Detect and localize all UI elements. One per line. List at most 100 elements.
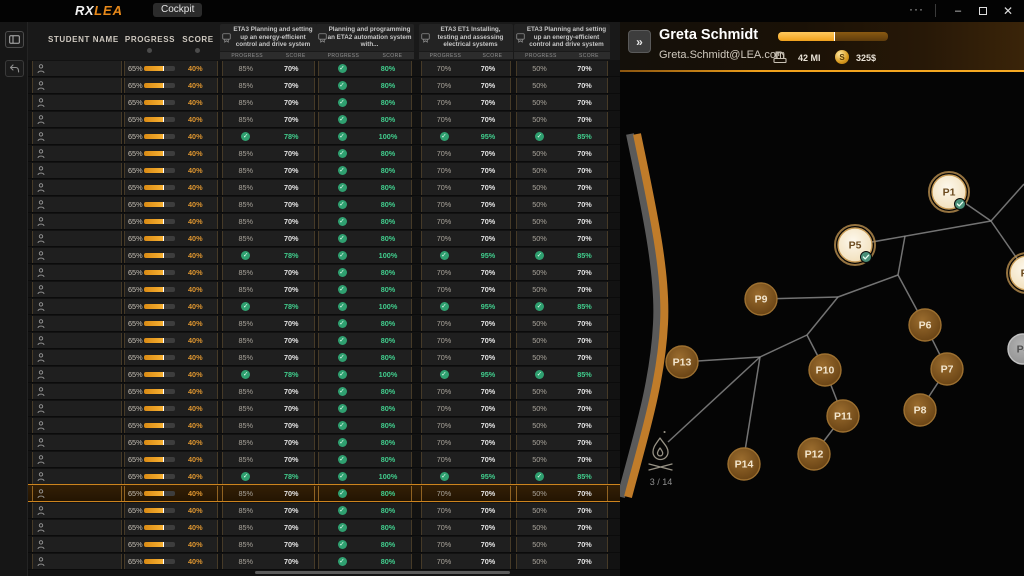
table-row[interactable]: 65%40%85%70%✓80%70%70%50%70% (28, 519, 620, 536)
course-progress-value: 50% (517, 489, 562, 498)
skill-node-p10[interactable]: P10 (809, 354, 841, 386)
table-row[interactable]: 65%40%✓78%✓100%✓95%✓85% (28, 366, 620, 383)
back-button[interactable] (5, 60, 24, 77)
sort-icon-progress[interactable] (147, 48, 152, 53)
skill-node-p14[interactable]: P14 (728, 448, 760, 480)
student-name-cell (32, 333, 122, 348)
course-cell: 85%70% (222, 231, 315, 246)
column-progress[interactable]: PROGRESS (120, 35, 180, 44)
table-row[interactable]: 65%40%85%70%✓80%70%70%50%70% (28, 484, 620, 502)
table-row[interactable]: 65%40%✓78%✓100%✓95%✓85% (28, 128, 620, 145)
skill-node-p6[interactable]: P6 (909, 309, 941, 341)
table-row[interactable]: 65%40%85%70%✓80%70%70%50%70% (28, 553, 620, 570)
table-row[interactable]: 65%40%85%70%✓80%70%70%50%70% (28, 383, 620, 400)
course-progress-value: 50% (517, 404, 562, 413)
table-row[interactable]: 65%40%85%70%✓80%70%70%50%70% (28, 281, 620, 298)
horizontal-scrollbar[interactable] (255, 571, 510, 574)
course-column-header[interactable]: ETA3 ET1 Installing, testing and assessi… (419, 24, 513, 59)
sort-icon-score[interactable] (195, 48, 200, 53)
overall-progress-value: 65% (128, 146, 143, 161)
close-button[interactable]: ✕ (997, 1, 1019, 20)
course-cell: ✓78% (222, 248, 315, 263)
course-cell: 85%70% (222, 333, 315, 348)
table-row[interactable]: 65%40%85%70%✓80%70%70%50%70% (28, 536, 620, 553)
skill-node-p7[interactable]: P7 (931, 353, 963, 385)
table-row[interactable]: 65%40%85%70%✓80%70%70%50%70% (28, 417, 620, 434)
student-name-cell (32, 282, 122, 297)
course-cell: ✓80% (318, 197, 412, 212)
overall-progress-cell: 65%40% (124, 61, 218, 76)
table-row[interactable]: 65%40%85%70%✓80%70%70%50%70% (28, 264, 620, 281)
course-progress-value: 70% (422, 149, 466, 158)
course-progress-value: 70% (422, 387, 466, 396)
progress-bar (144, 185, 175, 190)
table-row[interactable]: 65%40%85%70%✓80%70%70%50%70% (28, 94, 620, 111)
maximize-button[interactable] (972, 1, 994, 20)
overall-progress-value: 65% (128, 520, 143, 535)
course-column-header[interactable]: ETA3 Planning and setting up an energy-e… (220, 24, 317, 59)
overall-score-value: 40% (188, 452, 203, 467)
layout-toggle-button[interactable] (5, 31, 24, 48)
skill-node-p9[interactable]: P9 (745, 283, 777, 315)
table-row[interactable]: 65%40%85%70%✓80%70%70%50%70% (28, 502, 620, 519)
column-score[interactable]: SCORE (178, 35, 218, 44)
minimize-button[interactable]: – (947, 1, 969, 20)
table-row[interactable]: 65%40%85%70%✓80%70%70%50%70% (28, 162, 620, 179)
course-score-value: 70% (269, 421, 315, 430)
course-score-value: 85% (562, 302, 607, 311)
course-score-value: 80% (365, 438, 411, 447)
progress-bar (144, 236, 175, 241)
table-row[interactable]: 65%40%85%70%✓80%70%70%50%70% (28, 315, 620, 332)
table-row[interactable]: 65%40%85%70%✓80%70%70%50%70% (28, 213, 620, 230)
course-score-value: 70% (269, 234, 315, 243)
table-row[interactable]: 65%40%85%70%✓80%70%70%50%70% (28, 332, 620, 349)
course-cell: 70%70% (421, 486, 511, 501)
course-cell: ✓100% (318, 469, 412, 484)
skill-node-p2[interactable]: P2 (1007, 253, 1024, 293)
table-row[interactable]: 65%40%85%70%✓80%70%70%50%70% (28, 349, 620, 366)
table-row[interactable]: 65%40%✓78%✓100%✓95%✓85% (28, 247, 620, 264)
overall-progress-value: 65% (128, 401, 143, 416)
table-row[interactable]: 65%40%85%70%✓80%70%70%50%70% (28, 230, 620, 247)
table-row[interactable]: 65%40%85%70%✓80%70%70%50%70% (28, 145, 620, 162)
overall-progress-value: 65% (128, 333, 143, 348)
course-progress-value: 85% (223, 183, 269, 192)
table-row[interactable]: 65%40%✓78%✓100%✓95%✓85% (28, 468, 620, 485)
course-progress-value: 85% (223, 557, 269, 566)
window-menu-icon[interactable]: ··· (909, 2, 924, 16)
course-progress-value: 70% (422, 489, 466, 498)
course-progress-value: 50% (517, 268, 562, 277)
skill-node-p8[interactable]: P8 (904, 394, 936, 426)
table-row[interactable]: 65%40%85%70%✓80%70%70%50%70% (28, 179, 620, 196)
skill-node-p12[interactable]: P12 (798, 438, 830, 470)
course-progress-value: 50% (517, 455, 562, 464)
skill-node-p5[interactable]: P5 (835, 225, 875, 265)
table-row[interactable]: 65%40%85%70%✓80%70%70%50%70% (28, 400, 620, 417)
course-progress-value: 85% (223, 64, 269, 73)
skill-node-p13[interactable]: P13 (666, 346, 698, 378)
course-column-header[interactable]: Planning and programming an ETA2 automat… (316, 24, 414, 59)
table-row[interactable]: 65%40%85%70%✓80%70%70%50%70% (28, 434, 620, 451)
course-progress-value: 85% (223, 98, 269, 107)
table-row[interactable]: 65%40%85%70%✓80%70%70%50%70% (28, 77, 620, 94)
logo-lea: LEA (94, 3, 123, 18)
skill-node-p1[interactable]: P1 (929, 172, 969, 212)
column-student-name[interactable]: STUDENT NAME (48, 35, 119, 44)
check-icon: ✓ (338, 353, 347, 362)
table-row[interactable]: 65%40%85%70%✓80%70%70%50%70% (28, 451, 620, 468)
course-cell: 85%70% (222, 112, 315, 127)
skill-node-p4[interactable]: P4 (1008, 334, 1024, 364)
overall-score-value: 40% (188, 435, 203, 450)
overall-progress-cell: 65%40% (124, 520, 218, 535)
table-row[interactable]: 65%40%85%70%✓80%70%70%50%70% (28, 60, 620, 77)
course-score-value: 70% (269, 149, 315, 158)
table-row[interactable]: 65%40%85%70%✓80%70%70%50%70% (28, 196, 620, 213)
overall-progress-cell: 65%40% (124, 95, 218, 110)
collapse-panel-button[interactable]: » (628, 30, 651, 53)
course-score-value: 70% (269, 489, 315, 498)
skill-node-p11[interactable]: P11 (827, 400, 859, 432)
course-column-header[interactable]: ETA3 Planning and setting up an energy-e… (514, 24, 610, 59)
table-row[interactable]: 65%40%85%70%✓80%70%70%50%70% (28, 111, 620, 128)
undo-arrow-icon (9, 64, 20, 73)
table-row[interactable]: 65%40%✓78%✓100%✓95%✓85% (28, 298, 620, 315)
